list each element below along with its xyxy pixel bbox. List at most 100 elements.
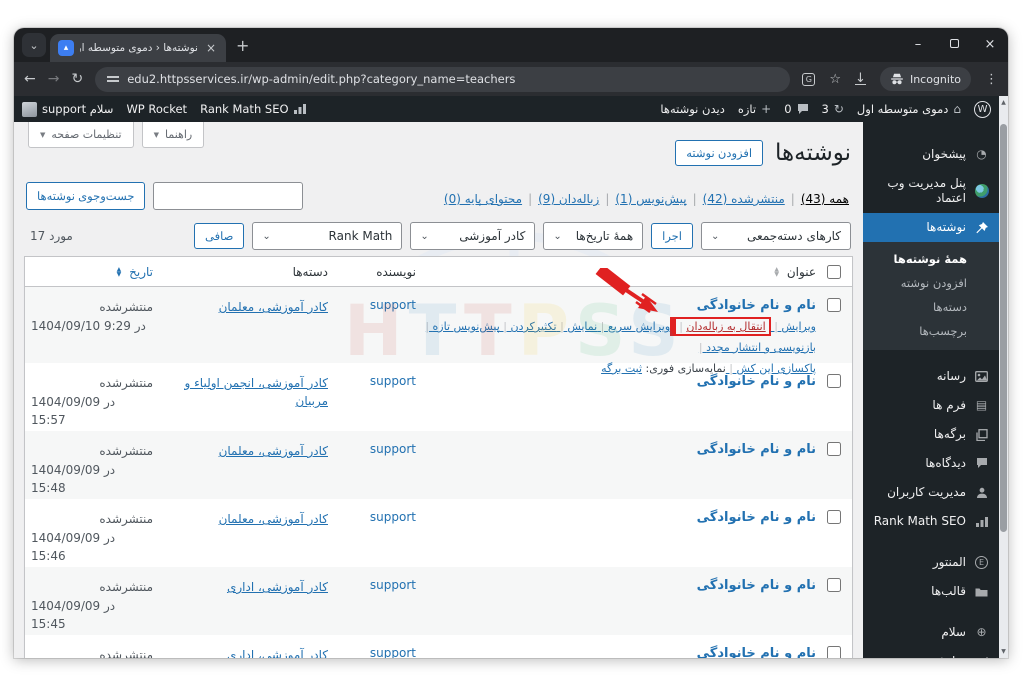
translate-icon[interactable]: G [802, 72, 816, 86]
adminbar-wp-rocket[interactable]: WP Rocket [126, 102, 187, 116]
adminbar-new[interactable]: + تازه [738, 102, 771, 116]
status-filter-link[interactable]: منتشرشده (42) [703, 192, 785, 206]
row-checkbox[interactable] [827, 442, 841, 456]
browser-tab[interactable]: ▴ نوشته‌ها ‹ دموی متوسطه اول — × [50, 34, 226, 62]
post-title-link[interactable]: نام و نام خانوادگی [697, 374, 816, 389]
category-filter-select[interactable]: کادر آموزشی ⌄ [410, 222, 536, 250]
adminbar-site-name[interactable]: ⌂ دموی متوسطه اول [857, 102, 961, 116]
post-title-link[interactable]: نام و نام خانوادگی [697, 510, 816, 525]
sidebar-item-rank-math[interactable]: Rank Math SEO [863, 507, 999, 536]
categories-link[interactable]: کادر آموزشی، معلمان [219, 510, 328, 528]
maximize-button[interactable] [936, 28, 972, 62]
adminbar-updates[interactable]: ↻ 3 [822, 102, 844, 116]
status-filter-link[interactable]: پیش‌نویس (1) [615, 192, 686, 206]
status-filter-link[interactable]: زباله‌دان (9) [538, 192, 599, 206]
row-actions: ویرایش انتقال به زباله‌دان ویرایش سریعنمای… [424, 317, 816, 380]
tab-search-button[interactable]: ⌄ [22, 33, 46, 57]
duplicate-link[interactable]: تکثیرکردن [500, 320, 557, 333]
edit-link[interactable]: ویرایش [771, 320, 816, 333]
apply-button[interactable]: اجرا [651, 223, 693, 249]
row-checkbox[interactable] [827, 578, 841, 592]
sidebar-item-media[interactable]: رسانه [863, 362, 999, 391]
search-input[interactable] [153, 182, 304, 210]
tab-close-icon[interactable]: × [204, 41, 218, 55]
minimize-button[interactable]: – [900, 28, 936, 62]
categories-link[interactable]: کادر آموزشی، اداری [227, 578, 328, 596]
status-filter-link[interactable]: محتوای پایه (0) [444, 192, 522, 206]
add-post-button[interactable]: افزودن نوشته [675, 140, 764, 166]
submenu-add-post[interactable]: افزودن نوشته [863, 271, 999, 295]
post-title-link[interactable]: نام و نام خانوادگی [697, 646, 816, 658]
categories-link[interactable]: کادر آموزشی، معلمان [219, 298, 328, 316]
sort-icon: ▲ ▼ [116, 266, 122, 278]
submenu-categories[interactable]: دسته‌ها [863, 295, 999, 319]
sidebar-item-templates[interactable]: قالب‌ها [863, 577, 999, 606]
rankmath-filter-select[interactable]: Rank Math ⌄ [252, 222, 403, 250]
back-icon[interactable]: ← [24, 71, 36, 87]
scroll-down-icon[interactable]: ▼ [999, 648, 1008, 655]
sidebar-item-hello[interactable]: ⊕ سلام [863, 618, 999, 647]
header-title[interactable]: عنوان ▲ ▼ [416, 265, 816, 279]
scroll-up-icon[interactable]: ▲ [999, 99, 1008, 106]
author-link[interactable]: support [370, 374, 416, 388]
close-window-button[interactable]: × [972, 28, 1008, 62]
author-link[interactable]: support [370, 578, 416, 592]
bulk-actions-select[interactable]: کارهای دسته‌جمعی ⌄ [701, 222, 851, 250]
site-settings-icon[interactable] [107, 74, 120, 84]
row-checkbox[interactable] [827, 646, 841, 658]
reload-icon[interactable]: ↻ [71, 71, 83, 87]
submenu-tags[interactable]: برچسب‌ها [863, 319, 999, 343]
browser-menu-icon[interactable]: ⋮ [985, 72, 998, 87]
sidebar-item-dashboard[interactable]: ◔ پیشخوان [863, 140, 999, 169]
sidebar-item-trust-panel[interactable]: پنل مدیریت وب اعتماد [863, 169, 999, 213]
view-link[interactable]: نمایش [557, 320, 598, 333]
categories-link[interactable]: کادر آموزشی، انجمن اولیاء و مربیان [163, 374, 328, 410]
new-draft-link[interactable]: پیش‌نویس تازه [425, 320, 499, 333]
page-scrollbar[interactable]: ▲ ▼ [999, 96, 1008, 658]
post-title-link[interactable]: نام و نام خانوادگی [697, 578, 816, 593]
sidebar-item-pages[interactable]: برگه‌ها [863, 420, 999, 449]
categories-link[interactable]: کادر آموزشی، معلمان [219, 442, 328, 460]
sidebar-item-forms[interactable]: ▤ فرم ها [863, 391, 999, 420]
move-to-trash-link[interactable]: انتقال به زباله‌دان [686, 320, 765, 333]
quick-edit-link[interactable]: ویرایش سریع [597, 320, 670, 333]
scrollbar-thumb[interactable] [1000, 124, 1007, 532]
filter-button[interactable]: صافی [194, 223, 245, 249]
author-link[interactable]: support [370, 510, 416, 524]
status-filter-link[interactable]: همه (43) [801, 192, 849, 206]
header-date[interactable]: تاریخ ▲ ▼ [25, 265, 153, 279]
row-checkbox[interactable] [827, 298, 841, 312]
post-title-link[interactable]: نام و نام خانوادگی [697, 442, 816, 457]
adminbar-account[interactable]: سلام support [22, 101, 113, 117]
sidebar-item-elementor[interactable]: E المنتور [863, 548, 999, 577]
sidebar-item-users[interactable]: مدیریت کاربران [863, 478, 999, 507]
adminbar-rank-math[interactable]: Rank Math SEO [200, 102, 306, 116]
sidebar-item-posts[interactable]: نوشته‌ها [863, 213, 999, 242]
submenu-all-posts[interactable]: همهٔ نوشته‌ها [863, 247, 999, 271]
help-tab[interactable]: راهنما ▼ [141, 122, 205, 148]
downloads-icon[interactable]: ↓ [855, 72, 866, 85]
author-link[interactable]: support [370, 442, 416, 456]
address-bar[interactable]: edu2.httpsservices.ir/wp-admin/edit.php?… [95, 66, 791, 92]
post-title-link[interactable]: نام و نام خانوادگی [697, 298, 816, 313]
bookmark-star-icon[interactable]: ☆ [829, 72, 841, 87]
forward-icon[interactable]: → [48, 71, 60, 87]
row-checkbox[interactable] [827, 510, 841, 524]
instant-index-link[interactable]: ثبت برگه [601, 362, 642, 375]
dates-filter-select[interactable]: همهٔ تاریخ‌ها ⌄ [543, 222, 644, 250]
select-all-checkbox[interactable] [827, 264, 841, 279]
search-posts-button[interactable]: جست‌وجوی نوشته‌ها [26, 182, 146, 210]
adminbar-comments[interactable]: 0 [784, 102, 808, 116]
adminbar-view-posts[interactable]: دیدن نوشته‌ها [660, 102, 724, 116]
author-link[interactable]: support [370, 298, 416, 312]
sidebar-item-comments[interactable]: دیدگاه‌ها [863, 449, 999, 478]
clear-cache-link[interactable]: پاکسازی این کش [726, 362, 816, 375]
wordpress-logo-icon[interactable]: W [974, 100, 991, 118]
rewrite-republish-link[interactable]: بازنویسی و انتشار مجدد [699, 341, 816, 354]
sidebar-item-appearance-partial[interactable]: نمایش [863, 647, 999, 658]
row-checkbox[interactable] [827, 374, 841, 388]
new-tab-button[interactable]: + [236, 36, 249, 55]
categories-link[interactable]: کادر آموزشی، اداری [227, 646, 328, 658]
screen-options-tab[interactable]: تنظیمات صفحه ▼ [28, 122, 134, 148]
author-link[interactable]: support [370, 646, 416, 658]
